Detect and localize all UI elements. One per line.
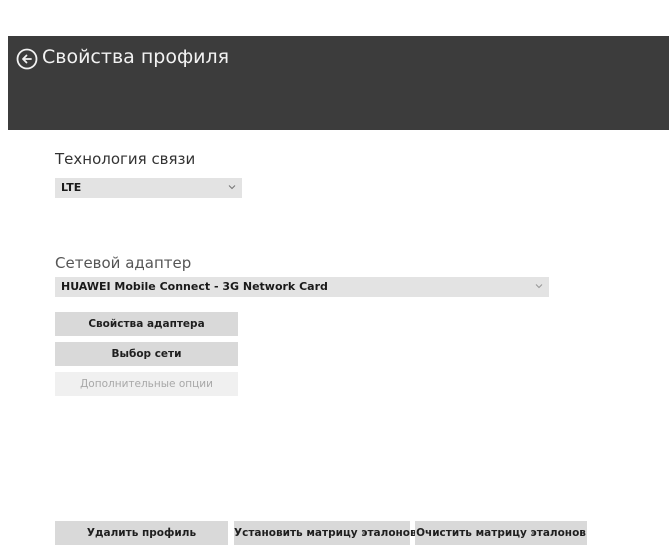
page-title: Свойства профиля <box>42 46 230 68</box>
delete-profile-button[interactable]: Удалить профиль <box>55 521 228 545</box>
chevron-down-icon <box>228 185 236 190</box>
technology-select-value: LTE <box>61 181 82 194</box>
additional-options-button[interactable]: Дополнительные опции <box>55 372 238 396</box>
adapter-label: Сетевой адаптер <box>55 254 192 272</box>
set-matrix-button[interactable]: Установить матрицу эталонов <box>234 521 417 545</box>
technology-label: Технология связи <box>55 150 196 168</box>
back-button[interactable] <box>16 48 38 70</box>
technology-select[interactable]: LTE <box>55 178 242 198</box>
adapter-select[interactable]: HUAWEI Mobile Connect - 3G Network Card <box>55 277 549 297</box>
network-select-button[interactable]: Выбор сети <box>55 342 238 366</box>
adapter-properties-button[interactable]: Свойства адаптера <box>55 312 238 336</box>
clear-matrix-button[interactable]: Очистить матрицу эталонов <box>415 521 587 545</box>
chevron-down-icon <box>535 284 543 289</box>
back-arrow-icon <box>16 48 38 70</box>
adapter-select-value: HUAWEI Mobile Connect - 3G Network Card <box>61 280 328 293</box>
